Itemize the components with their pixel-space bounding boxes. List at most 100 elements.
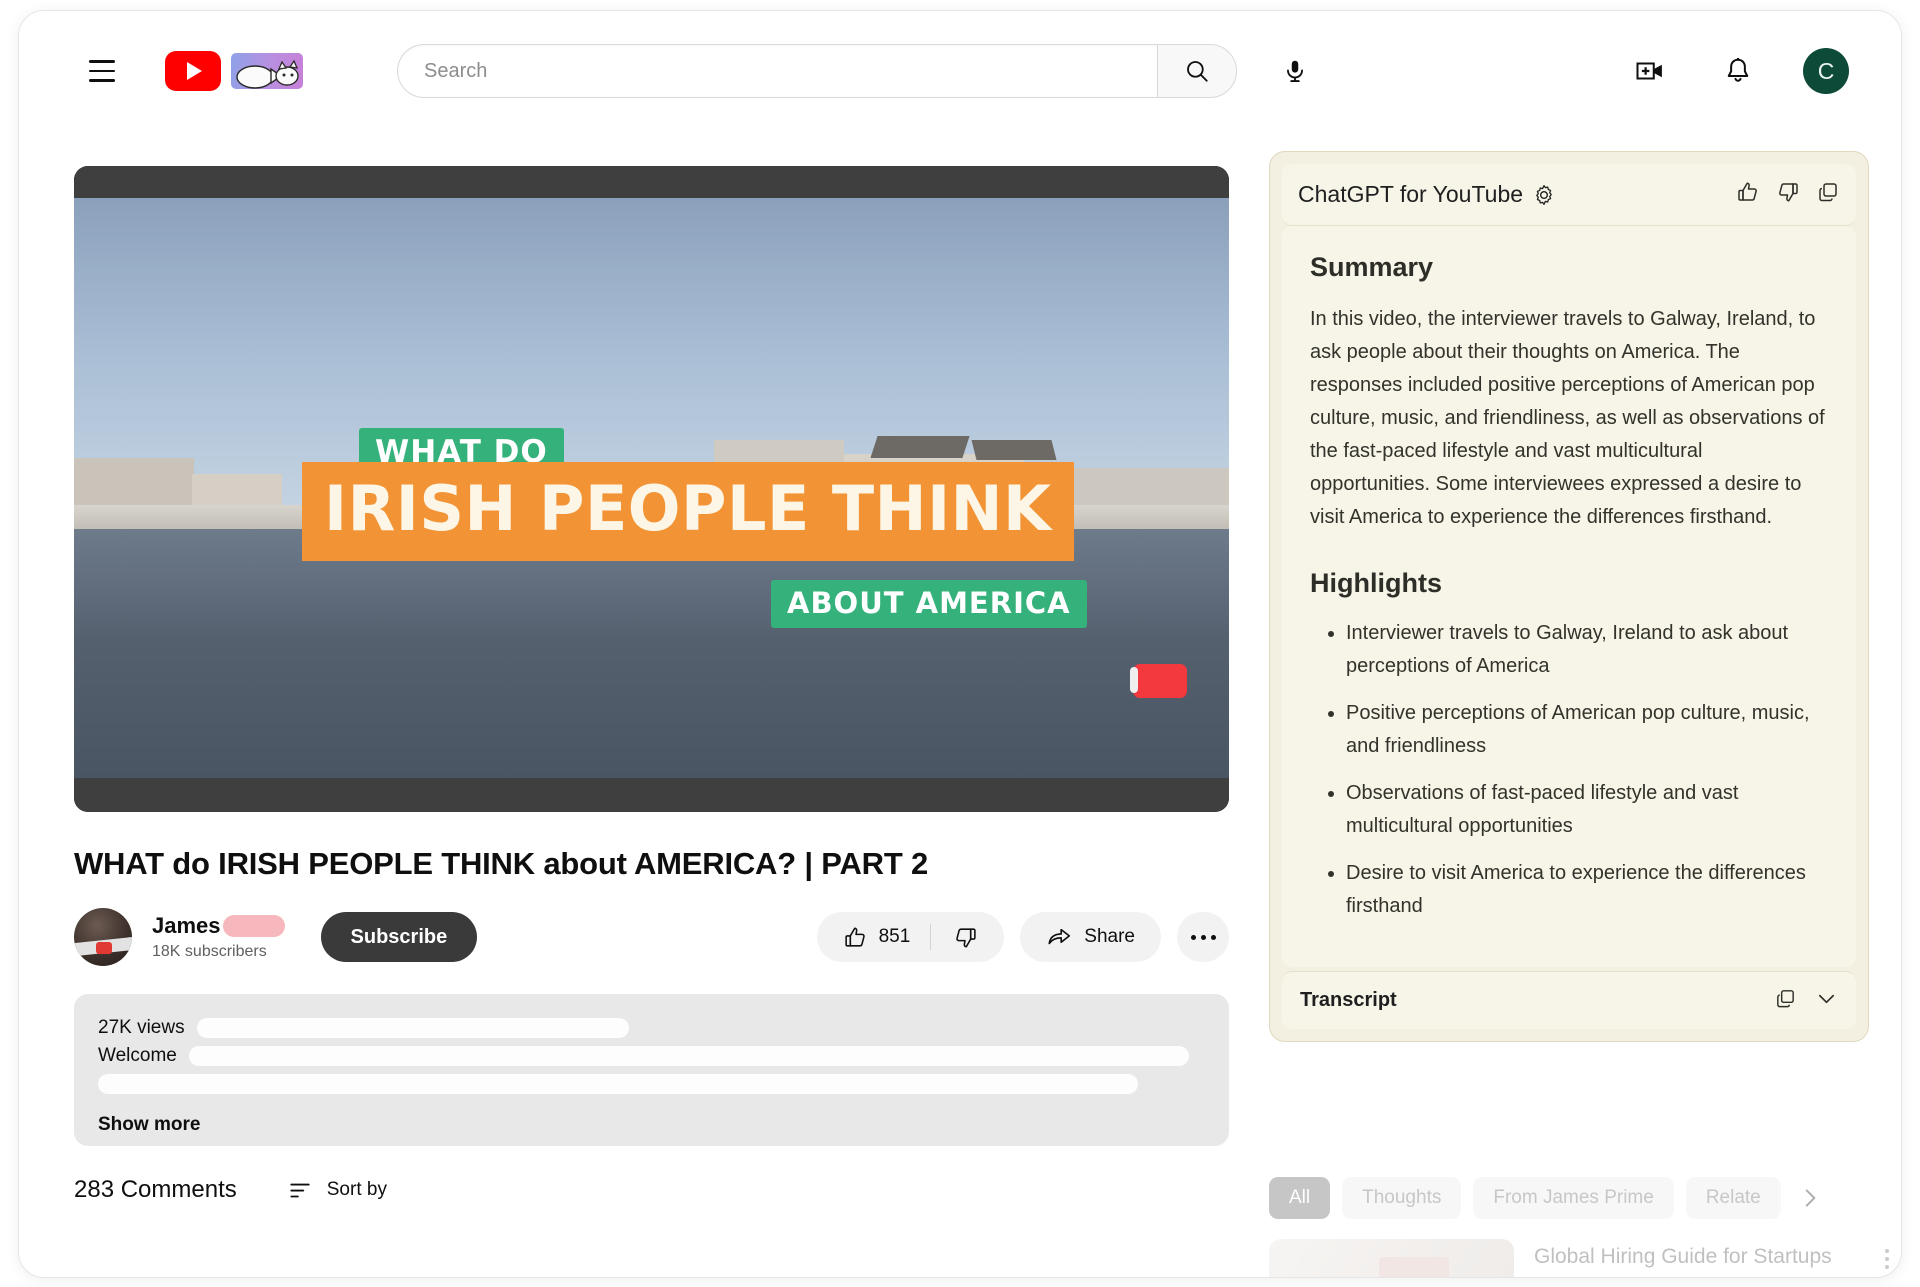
cat-avatar-badge	[231, 53, 303, 89]
page-content: WHAT DO IRISH PEOPLE THINK ABOUT AMERICA…	[19, 131, 1901, 1277]
list-item: Observations of fast-paced lifestyle and…	[1346, 777, 1828, 843]
share-button[interactable]: Share	[1020, 912, 1161, 962]
transcript-actions	[1774, 987, 1838, 1015]
subscribe-button[interactable]: Subscribe	[320, 912, 478, 962]
settings-button[interactable]	[1533, 184, 1555, 206]
panel-thumbs-up-button[interactable]	[1736, 180, 1760, 209]
video-title: WHAT do IRISH PEOPLE THINK about AMERICA…	[74, 846, 929, 881]
channel-name[interactable]: James	[152, 913, 221, 939]
channel-avatar[interactable]	[74, 908, 132, 966]
create-video-icon	[1636, 62, 1662, 80]
sort-lines-icon	[290, 1183, 310, 1198]
show-more-button[interactable]: Show more	[98, 1114, 1205, 1136]
masthead-right-controls: C	[1627, 48, 1849, 94]
search-bar	[397, 44, 1321, 98]
video-redaction-mark	[1130, 664, 1187, 698]
search-input-container[interactable]	[397, 44, 1157, 98]
video-overlay-line3: ABOUT AMERICA	[771, 580, 1087, 628]
more-actions-button[interactable]	[1177, 912, 1229, 962]
chatgpt-panel: ChatGPT for YouTube Summary In this vide…	[1269, 151, 1869, 1042]
summary-text: In this video, the interviewer travels t…	[1310, 308, 1825, 528]
list-item: Desire to visit America to experience th…	[1346, 857, 1828, 923]
channel-owner-row: James 18K subscribers Subscribe 851 Shar…	[74, 906, 1229, 968]
channel-meta: James 18K subscribers	[152, 913, 285, 961]
list-item: Positive perceptions of American pop cul…	[1346, 697, 1828, 763]
copy-icon	[1777, 989, 1794, 1007]
description-views-line: 27K views	[98, 1014, 1205, 1042]
copy-icon	[1819, 183, 1837, 202]
description-first-word: Welcome	[98, 1045, 177, 1066]
chevron-right-icon	[1805, 1189, 1816, 1207]
youtube-logo-icon[interactable]	[165, 51, 221, 91]
create-video-button[interactable]	[1627, 48, 1673, 94]
transcript-row[interactable]: Transcript	[1282, 971, 1856, 1029]
video-water	[74, 528, 1229, 778]
suggested-video-info: Global Hiring Guide for Startups Gain a …	[1534, 1239, 1832, 1277]
transcript-copy-button[interactable]	[1774, 987, 1797, 1015]
like-button[interactable]: 851	[821, 912, 931, 962]
share-label: Share	[1084, 926, 1135, 947]
transcript-expand-button[interactable]	[1815, 987, 1838, 1015]
comment-count: 283 Comments	[74, 1176, 237, 1203]
like-count: 851	[878, 926, 911, 947]
secondary-column: ChatGPT for YouTube Summary In this vide…	[1269, 151, 1869, 1042]
sort-by-label: Sort by	[326, 1179, 387, 1200]
more-options-icon	[1190, 934, 1216, 940]
chevron-down-icon	[1818, 994, 1835, 1003]
bell-notifications-icon	[1727, 58, 1749, 82]
search-icon	[1187, 61, 1208, 82]
description-text-line: Welcome	[98, 1042, 1205, 1070]
suggested-video-menu-button[interactable]	[1885, 1239, 1889, 1277]
list-item: Interviewer travels to Galway, Ireland t…	[1346, 617, 1828, 683]
thumbs-up-icon	[844, 927, 865, 947]
dislike-button[interactable]	[931, 912, 1000, 962]
filter-chip-thoughts[interactable]: Thoughts	[1342, 1177, 1462, 1219]
like-dislike-group: 851	[816, 912, 1005, 962]
highlights-heading: Highlights	[1310, 568, 1442, 598]
panel-thumbs-down-button[interactable]	[1776, 180, 1800, 209]
search-input[interactable]	[424, 59, 1157, 83]
summary-heading: Summary	[1310, 252, 1434, 282]
voice-search-button[interactable]	[1269, 45, 1321, 97]
suggested-video-item[interactable]: Global Hiring Guide for Startups Gain a …	[1269, 1239, 1889, 1277]
description-redaction-2	[188, 1046, 1189, 1066]
video-player[interactable]: WHAT DO IRISH PEOPLE THINK ABOUT AMERICA	[74, 166, 1229, 812]
filter-chip-bar: All Thoughts From James Prime Relate	[1269, 1177, 1889, 1219]
description-text-line-2	[98, 1070, 1205, 1098]
description-redaction-1	[196, 1018, 629, 1038]
filter-chips-next-button[interactable]	[1793, 1177, 1827, 1219]
thumbs-down-icon	[956, 927, 976, 947]
panel-copy-button[interactable]	[1816, 180, 1840, 209]
chatgpt-panel-body: Summary In this video, the interviewer t…	[1282, 226, 1856, 967]
filter-chip-related[interactable]: Relate	[1685, 1177, 1781, 1219]
player-letterbox-bottom	[74, 778, 1229, 812]
channel-name-redaction	[222, 915, 285, 937]
microphone-icon	[1287, 60, 1303, 82]
description-redaction-3	[98, 1074, 1138, 1094]
gear-settings-icon	[1536, 184, 1552, 205]
sort-by-button[interactable]: Sort by	[287, 1177, 387, 1203]
thumbs-down-icon	[1779, 183, 1798, 202]
transcript-label: Transcript	[1300, 989, 1397, 1011]
suggested-video-thumbnail	[1269, 1239, 1514, 1277]
highlights-list: Interviewer travels to Galway, Ireland t…	[1310, 617, 1828, 923]
player-letterbox-top	[74, 166, 1229, 198]
search-button[interactable]	[1157, 44, 1237, 98]
video-description-box[interactable]: 27K views Welcome Show more	[74, 994, 1229, 1146]
user-avatar[interactable]: C	[1803, 48, 1849, 94]
thumbs-up-icon	[1738, 182, 1757, 201]
chatgpt-panel-title: ChatGPT for YouTube	[1298, 181, 1524, 207]
subscriber-count: 18K subscribers	[152, 943, 267, 960]
suggested-video-title: Global Hiring Guide for Startups	[1534, 1245, 1832, 1268]
chatgpt-panel-header: ChatGPT for YouTube	[1282, 164, 1856, 226]
comments-header: 283 Comments Sort by	[74, 1176, 1229, 1204]
video-overlay-line2: IRISH PEOPLE THINK	[302, 462, 1074, 561]
hamburger-menu-icon[interactable]	[79, 48, 125, 94]
filter-chip-all[interactable]: All	[1269, 1177, 1331, 1219]
notifications-button[interactable]	[1715, 48, 1761, 94]
masthead: C	[19, 11, 1901, 131]
share-arrow-icon	[1048, 928, 1071, 945]
browser-page-frame: C	[18, 10, 1902, 1278]
view-count: 27K views	[98, 1017, 185, 1038]
filter-chip-from-james-prime[interactable]: From James Prime	[1473, 1177, 1674, 1219]
